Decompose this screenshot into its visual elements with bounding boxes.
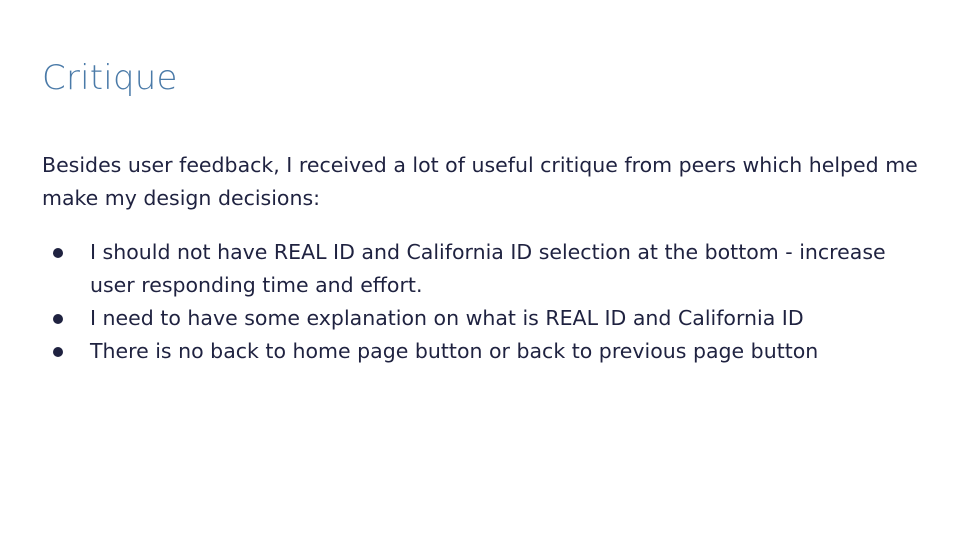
bullet-icon — [53, 347, 63, 357]
slide: Critique Besides user feedback, I receiv… — [0, 0, 960, 540]
list-item-text: I need to have some explanation on what … — [90, 306, 804, 330]
list-item: I need to have some explanation on what … — [42, 302, 922, 335]
slide-title: Critique — [42, 58, 178, 98]
list-item-text: There is no back to home page button or … — [90, 339, 819, 363]
list-item: There is no back to home page button or … — [42, 335, 922, 368]
list-item: I should not have REAL ID and California… — [42, 236, 922, 302]
bullet-icon — [53, 314, 63, 324]
critique-list: I should not have REAL ID and California… — [42, 236, 922, 368]
intro-paragraph: Besides user feedback, I received a lot … — [42, 153, 918, 210]
bullet-icon — [53, 248, 63, 258]
list-item-text: I should not have REAL ID and California… — [90, 240, 886, 297]
